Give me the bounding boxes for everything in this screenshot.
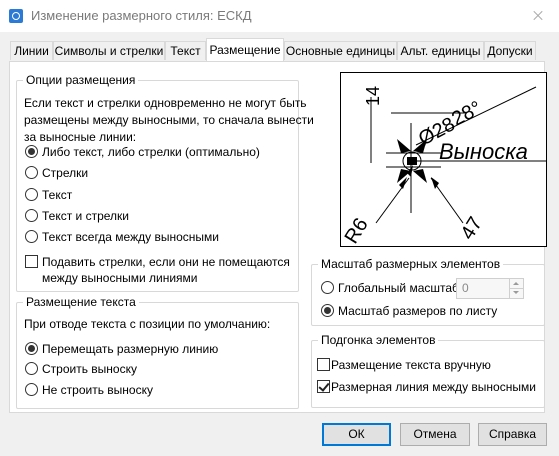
tab-tolerances[interactable]: Допуски (484, 41, 536, 60)
ok-button[interactable]: ОК (322, 423, 391, 446)
close-icon[interactable] (515, 0, 559, 32)
tab-primary-units[interactable]: Основные единицы (284, 41, 397, 60)
radio-add-leader-label[interactable]: Строить выноску (42, 362, 137, 376)
fine-tuning-group: Подгонка элементов (311, 333, 545, 408)
radio-either-text-or-arrows[interactable] (25, 145, 38, 158)
radio-move-dim-line-label[interactable]: Перемещать размерную линию (42, 342, 218, 356)
draw-dim-line-checkbox[interactable] (317, 380, 330, 393)
radio-either-text-or-arrows-label[interactable]: Либо текст, либо стрелки (оптимально) (42, 145, 260, 159)
app-icon (9, 9, 23, 23)
fit-description-line-3: за выносные линии: (24, 130, 137, 144)
scale-title: Масштаб размерных элементов (318, 257, 504, 271)
text-placement-description: При отводе текста с позиции по умолчанию… (24, 317, 271, 331)
suppress-arrows-label-2[interactable]: между выносными линиями (42, 271, 197, 285)
global-scale-spinner[interactable]: 0 (456, 278, 524, 299)
place-text-manually-checkbox[interactable] (317, 358, 330, 371)
radio-scale-to-layout[interactable] (321, 304, 334, 317)
preview-radius: R6 (341, 214, 373, 246)
radio-arrows-label[interactable]: Стрелки (42, 166, 88, 180)
fine-tuning-title: Подгонка элементов (318, 333, 439, 347)
tab-lines[interactable]: Линии (10, 41, 53, 60)
radio-global-scale[interactable] (321, 281, 334, 294)
cancel-button[interactable]: Отмена (400, 423, 470, 446)
radio-no-leader[interactable] (25, 383, 38, 396)
text-placement-title: Размещение текста (23, 295, 139, 309)
fit-description-line-1: Если текст и стрелки одновременно не мог… (24, 96, 307, 110)
suppress-arrows-checkbox[interactable] (25, 255, 38, 268)
dimension-preview: 14 28° Ø28 Выноска R6 47 (340, 72, 547, 247)
tab-fit[interactable]: Размещение (206, 38, 284, 61)
fit-description-line-2: размещены между выносными, то сначала вы… (24, 113, 314, 127)
title-bar: Изменение размерного стиля: ЕСКД (0, 0, 559, 32)
preview-leader-text: Выноска (439, 139, 528, 164)
radio-move-dim-line[interactable] (25, 342, 38, 355)
preview-dim-14: 14 (363, 86, 383, 106)
radio-text-always-between[interactable] (25, 230, 38, 243)
radio-text-and-arrows-label[interactable]: Текст и стрелки (42, 209, 129, 223)
radio-no-leader-label[interactable]: Не строить выноску (42, 383, 153, 397)
draw-dim-line-label[interactable]: Размерная линия между выносными (331, 380, 536, 394)
radio-text[interactable] (25, 188, 38, 201)
help-button[interactable]: Справка (478, 423, 547, 446)
radio-global-scale-label[interactable]: Глобальный масштаб: (338, 281, 462, 295)
suppress-arrows-label-1[interactable]: Подавить стрелки, если они не помещаются (42, 255, 290, 269)
global-scale-value[interactable]: 0 (462, 281, 469, 295)
radio-scale-to-layout-label[interactable]: Масштаб размеров по листу (338, 304, 497, 318)
tab-symbols-arrows[interactable]: Символы и стрелки (53, 41, 165, 60)
place-text-manually-label[interactable]: Размещение текста вручную (331, 358, 491, 372)
spin-down-icon[interactable] (509, 288, 523, 298)
tab-alt-units[interactable]: Альт. единицы (397, 41, 484, 60)
tab-text[interactable]: Текст (165, 41, 206, 60)
fit-options-title: Опции размещения (23, 73, 139, 87)
preview-dim-47: 47 (457, 213, 487, 244)
radio-add-leader[interactable] (25, 362, 38, 375)
window-title: Изменение размерного стиля: ЕСКД (31, 8, 252, 23)
radio-text-and-arrows[interactable] (25, 209, 38, 222)
radio-text-always-between-label[interactable]: Текст всегда между выносными (42, 230, 219, 244)
radio-text-label[interactable]: Текст (42, 188, 72, 202)
radio-arrows[interactable] (25, 166, 38, 179)
